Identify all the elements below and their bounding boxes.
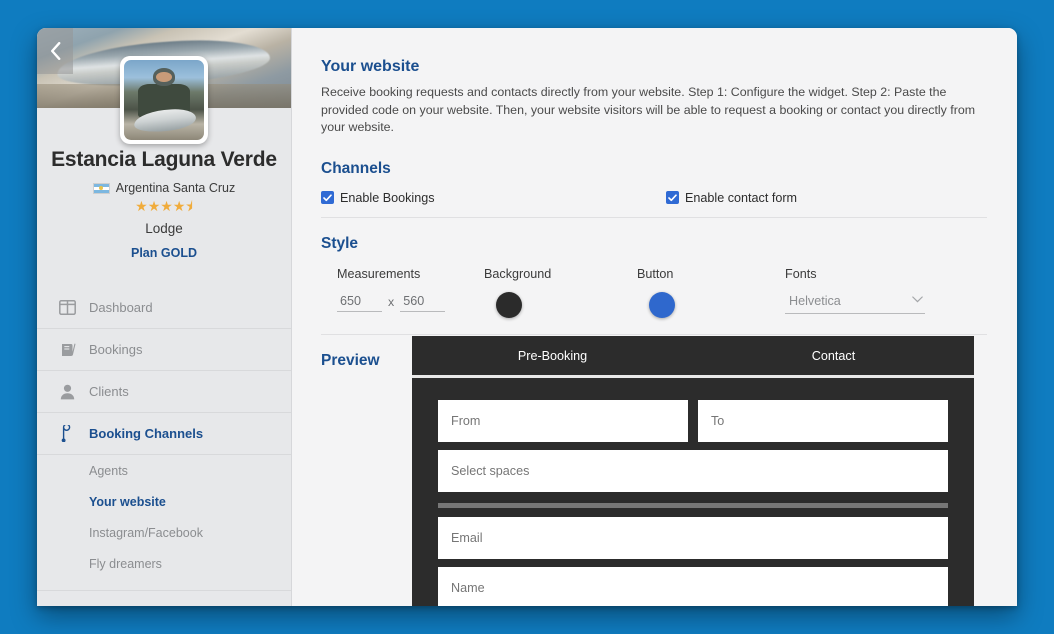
preview-separator [438, 503, 948, 508]
checkbox-checked-icon [666, 191, 679, 205]
page-description: Receive booking requests and contacts di… [321, 85, 976, 135]
back-button[interactable] [37, 28, 73, 74]
channel-icon [59, 425, 76, 443]
preview-name-field[interactable]: Name [438, 567, 948, 606]
fonts-group: Fonts Helvetica [785, 267, 987, 318]
sidebar-subitem-your-website[interactable]: Your website [37, 486, 291, 517]
sidebar-subitem-label: Fly dreamers [89, 556, 162, 571]
sidebar-item-label: Booking Channels [89, 426, 204, 442]
preview-tab-contact[interactable]: Contact [693, 336, 974, 375]
sidebar-subitem-agents[interactable]: Agents [37, 455, 291, 486]
sidebar-subitem-label: Instagram/Facebook [89, 525, 203, 540]
sidebar-item-dashboard[interactable]: Dashboard [37, 287, 291, 330]
enable-contact-form-checkbox[interactable]: Enable contact form [666, 191, 797, 205]
preview-spaces-row: Select spaces [438, 450, 948, 492]
divider [321, 333, 987, 335]
sidebar-item-label: Clients [89, 384, 129, 400]
preview-field-placeholder: To [711, 414, 725, 428]
preview-field-placeholder: From [451, 414, 481, 428]
preview-tab-label: Contact [811, 348, 856, 363]
checkbox-label: Enable Bookings [340, 190, 435, 205]
person-icon [59, 383, 76, 400]
preview-date-row: From To [438, 400, 948, 442]
preview-from-field[interactable]: From [438, 400, 688, 442]
channels-heading: Channels [321, 159, 391, 177]
chevron-down-icon [912, 295, 923, 306]
location-label: Argentina Santa Cruz [115, 181, 236, 195]
channels-options: Enable Bookings Enable contact form [321, 191, 987, 217]
preview-tab-pre-booking[interactable]: Pre-Booking [412, 336, 693, 375]
lodge-name: Estancia Laguna Verde [51, 148, 277, 171]
sidebar-nav: Dashboard Bookings Clients Booking Chann… [37, 287, 291, 592]
button-color-swatch[interactable] [649, 291, 675, 318]
preview-form: From To Select spaces Email Name [412, 378, 974, 606]
star-half-icon: ⯨ [185, 198, 193, 214]
font-select[interactable]: Helvetica [785, 292, 925, 314]
star-icon: ★ [135, 198, 148, 214]
chevron-left-icon [50, 42, 61, 60]
plan-badge[interactable]: Plan GOLD [47, 246, 281, 260]
divider [321, 216, 987, 218]
checkbox-label: Enable contact form [685, 190, 798, 205]
avatar[interactable] [120, 56, 208, 144]
preview-email-row: Email [438, 517, 948, 559]
checkbox-checked-icon [321, 191, 334, 205]
font-select-value: Helvetica [789, 293, 841, 308]
width-input[interactable] [337, 291, 382, 312]
star-icon: ★ [172, 198, 186, 214]
preview-tabs: Pre-Booking Contact [412, 336, 974, 378]
main-content: Your website Receive booking requests an… [293, 28, 1017, 606]
avatar-image [124, 60, 204, 140]
measurements-group: Measurements x [321, 267, 484, 318]
app-window: Estancia Laguna Verde Argentina Santa Cr… [37, 28, 1017, 606]
sidebar-item-label: Dashboard [89, 300, 153, 316]
button-label: Button [637, 266, 674, 281]
style-heading: Style [321, 234, 359, 252]
argentina-flag-icon [92, 182, 110, 194]
preview-field-placeholder: Select spaces [451, 464, 530, 478]
enable-bookings-checkbox[interactable]: Enable Bookings [321, 191, 666, 205]
style-controls: Measurements x Background Button [321, 267, 987, 334]
sidebar-subitem-label: Agents [89, 463, 128, 478]
sidebar: Estancia Laguna Verde Argentina Santa Cr… [37, 28, 292, 606]
background-color-group: Background [484, 267, 637, 318]
sidebar-item-booking-channels[interactable]: Booking Channels [37, 413, 291, 456]
sidebar-item-bookings[interactable]: Bookings [37, 329, 291, 372]
preview-field-placeholder: Name [451, 581, 485, 595]
measure-separator: x [388, 294, 395, 309]
book-icon [59, 341, 76, 358]
location-row: Argentina Santa Cruz [47, 181, 281, 195]
preview-select-spaces-field[interactable]: Select spaces [438, 450, 948, 492]
button-color-group: Button [637, 267, 785, 318]
lodge-type: Lodge [145, 221, 183, 237]
preview-tab-label: Pre-Booking [517, 348, 588, 363]
star-icon: ★ [147, 198, 161, 214]
sidebar-subitem-label: Your website [89, 494, 166, 509]
preview-name-row: Name [438, 567, 948, 606]
background-label: Background [484, 266, 552, 281]
fonts-label: Fonts [785, 266, 817, 281]
preview-to-field[interactable]: To [698, 400, 948, 442]
star-icon: ★ [160, 198, 173, 214]
sidebar-item-label: Bookings [89, 342, 143, 358]
measurements-label: Measurements [337, 266, 421, 281]
sidebar-subitem-fly-dreamers[interactable]: Fly dreamers [37, 548, 291, 579]
sidebar-item-clients[interactable]: Clients [37, 371, 291, 414]
rating-stars: ★★★★⯨ [47, 198, 281, 214]
preview-widget: Pre-Booking Contact From To Select space… [412, 336, 974, 606]
dashboard-icon [59, 299, 76, 316]
preview-field-placeholder: Email [451, 531, 483, 545]
sidebar-divider [37, 590, 291, 592]
sidebar-subitem-instagram-facebook[interactable]: Instagram/Facebook [37, 517, 291, 548]
height-input[interactable] [400, 291, 446, 312]
background-color-swatch[interactable] [496, 291, 522, 318]
page-title: Your website [321, 58, 420, 75]
preview-email-field[interactable]: Email [438, 517, 948, 559]
